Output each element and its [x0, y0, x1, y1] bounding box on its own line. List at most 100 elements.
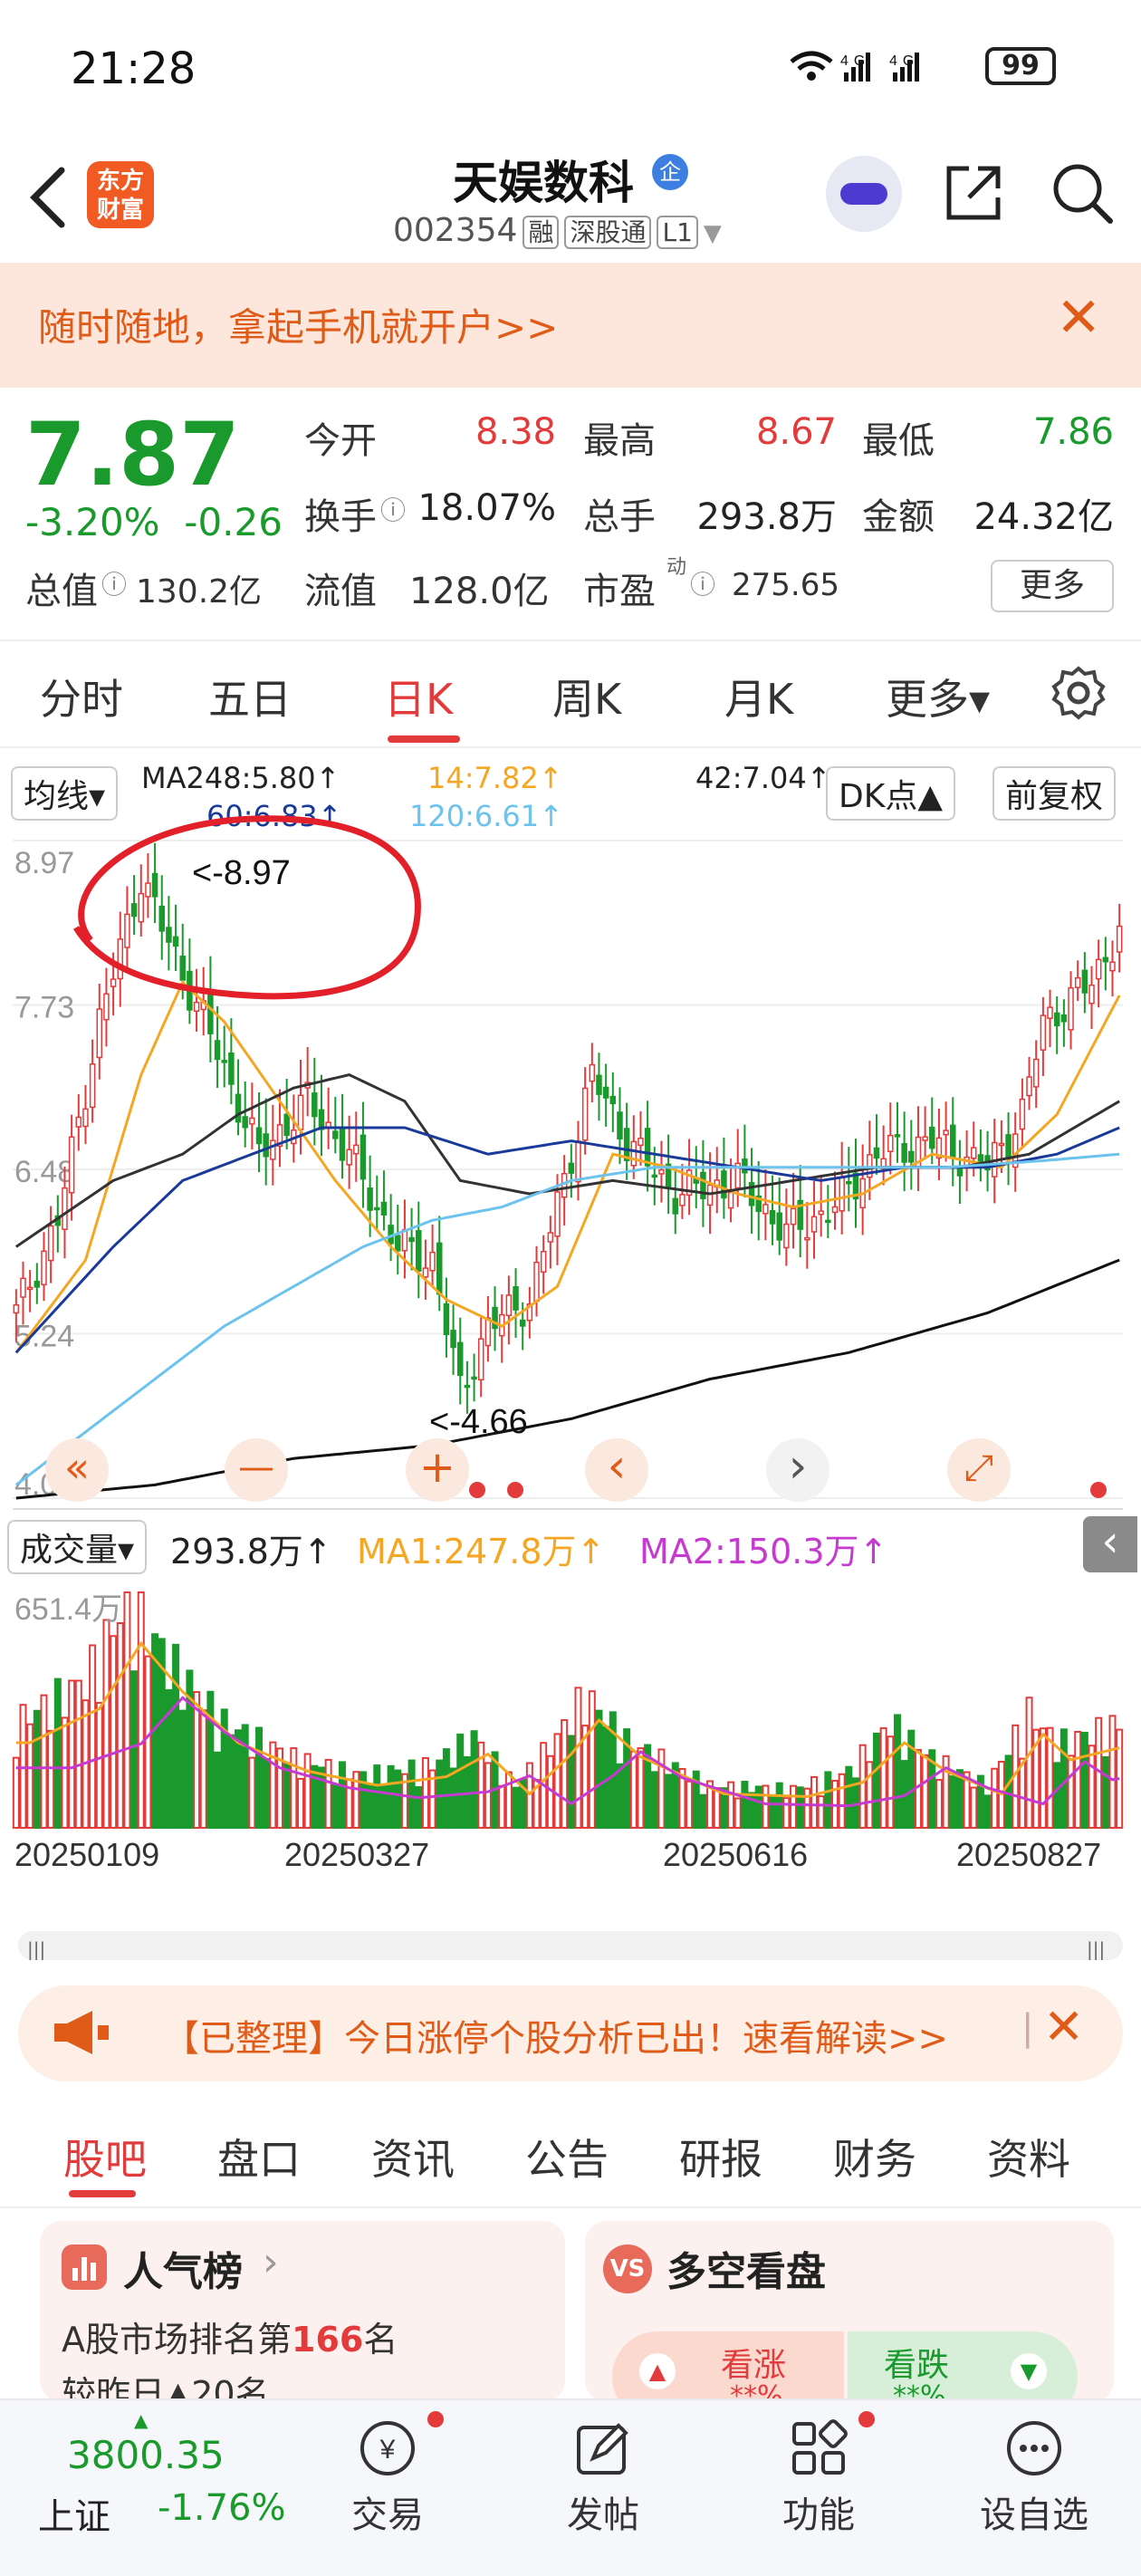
- tag-connect: 深股通: [564, 216, 652, 249]
- tab-news[interactable]: 资讯: [371, 2127, 455, 2187]
- tab-announcements[interactable]: 公告: [525, 2127, 609, 2187]
- field-label-open: 今开: [304, 420, 377, 462]
- candle-body: [1032, 1058, 1040, 1088]
- candle-body: [96, 1008, 103, 1059]
- more-button[interactable]: 更多: [991, 560, 1114, 612]
- tab-finance[interactable]: 财务: [833, 2127, 916, 2187]
- low-annotation: <-4.66: [429, 1403, 528, 1441]
- next-icon[interactable]: ›: [766, 1438, 829, 1502]
- candle-body: [255, 1127, 263, 1145]
- scroll-left-icon[interactable]: «: [45, 1438, 109, 1502]
- info-icon[interactable]: ⓘ: [690, 565, 715, 601]
- volume-bar: [130, 1670, 139, 1829]
- tab-more[interactable]: 更多▾: [886, 667, 990, 726]
- zoom-out-icon[interactable]: —: [225, 1438, 288, 1502]
- index-value[interactable]: 3800.35: [67, 2433, 225, 2477]
- candle-body: [138, 892, 145, 923]
- notice-bar[interactable]: 【已整理】今日涨停个股分析已出！速看解读>> | ✕: [18, 1985, 1123, 2081]
- app-logo[interactable]: 东方 财富: [87, 161, 154, 228]
- tab-forum[interactable]: 股吧: [63, 2127, 147, 2187]
- volume-bar: [824, 1771, 832, 1829]
- event-dot: [507, 1482, 523, 1498]
- volume-bar: [769, 1794, 777, 1829]
- edit-icon: [571, 2417, 635, 2480]
- candle-body: [436, 1242, 443, 1295]
- volume-bar: [810, 1775, 819, 1830]
- zoom-in-icon[interactable]: +: [406, 1438, 469, 1502]
- open-account-banner[interactable]: 随时随地，拿起手机就开户>> ✕: [0, 263, 1141, 388]
- volume-bar: [123, 1591, 131, 1829]
- close-icon[interactable]: ✕: [1043, 1998, 1084, 2055]
- volume-bar: [872, 1732, 880, 1830]
- nav-add-watchlist[interactable]: 设自选: [962, 2417, 1107, 2538]
- bear-button[interactable]: 看跌 **% ▼: [848, 2331, 1078, 2402]
- candle-body: [477, 1338, 484, 1380]
- tab-weekly-k[interactable]: 周K: [552, 667, 621, 726]
- notice-text: 【已整理】今日涨停个股分析已出！速看解读>>: [163, 2018, 949, 2060]
- change-amt: -0.26: [184, 500, 283, 544]
- popularity-card[interactable]: 人气榜 › A股市场排名第166名 较昨日▲20名: [40, 2221, 565, 2402]
- yen-icon: ¥: [356, 2417, 419, 2480]
- candle-body: [492, 1306, 498, 1330]
- volume-bar: [1004, 1754, 1012, 1830]
- candle-body: [790, 1207, 797, 1226]
- volume-bar: [762, 1784, 770, 1830]
- candle-body: [110, 978, 117, 987]
- tab-research[interactable]: 研报: [679, 2127, 762, 2187]
- collapse-panel-button[interactable]: ‹: [1083, 1516, 1137, 1572]
- up-arrow-icon: ▲: [639, 2353, 676, 2389]
- volume-bar: [373, 1764, 381, 1830]
- assistant-robot-icon[interactable]: [826, 156, 902, 232]
- tab-five-day[interactable]: 五日: [208, 667, 292, 726]
- candle-body: [346, 1149, 352, 1166]
- candle-body: [443, 1302, 450, 1336]
- volume-bar: [686, 1780, 694, 1830]
- fullscreen-icon[interactable]: ⤢: [947, 1438, 1011, 1502]
- candle-body: [1109, 961, 1116, 972]
- search-icon[interactable]: [1050, 161, 1114, 225]
- volume-bar: [1053, 1762, 1061, 1829]
- candle-body: [561, 1173, 568, 1198]
- nav-trade[interactable]: ¥ 交易: [315, 2417, 460, 2538]
- kline-chart-area[interactable]: 均线▾ MA248:5.80↑ 14:7.82↑ 42:7.04↑ 60:6.8…: [0, 750, 1141, 1918]
- bull-button[interactable]: ▲ 看涨 **%: [612, 2331, 844, 2402]
- index-name[interactable]: 上证: [38, 2487, 110, 2540]
- share-icon[interactable]: [942, 161, 1005, 225]
- chart-scrollbar[interactable]: ||| |||: [18, 1931, 1123, 1960]
- kline-svg[interactable]: 8.977.736.485.244.00<-8.97<-4.66651.4万20…: [0, 750, 1141, 1918]
- tab-monthly-k[interactable]: 月K: [724, 667, 793, 726]
- rank-suffix: 名: [363, 2320, 398, 2360]
- rank-line: A股市场排名第166名: [62, 2312, 398, 2361]
- info-icon[interactable]: ⓘ: [101, 565, 127, 601]
- back-button[interactable]: [25, 161, 71, 249]
- close-icon[interactable]: ✕: [1056, 286, 1101, 350]
- volume-bar: [283, 1763, 291, 1829]
- index-change[interactable]: -1.76%: [158, 2487, 286, 2529]
- signal-icon: 4G 4G: [788, 45, 969, 93]
- volume-bar: [1101, 1755, 1109, 1829]
- nav-functions[interactable]: 功能: [746, 2417, 891, 2538]
- prev-icon[interactable]: ‹: [585, 1438, 648, 1502]
- bull-bear-card[interactable]: VS 多空看盘 ▲ 看涨 **% 看跌 **% ▼: [585, 2221, 1114, 2402]
- info-icon[interactable]: ⓘ: [380, 491, 406, 527]
- gear-icon[interactable]: [1050, 665, 1107, 721]
- tab-profile[interactable]: 资料: [987, 2127, 1070, 2187]
- tab-intraday[interactable]: 分时: [40, 667, 123, 726]
- x-tick-label: 20250327: [284, 1836, 429, 1873]
- notification-dot: [858, 2411, 875, 2427]
- volume-select[interactable]: 成交量▾: [7, 1520, 148, 1574]
- candle-body: [679, 1194, 686, 1206]
- volume-bar: [248, 1756, 256, 1830]
- scroll-handle-left[interactable]: |||: [27, 1938, 45, 1960]
- volume-bar: [436, 1759, 444, 1829]
- tab-orderbook[interactable]: 盘口: [217, 2127, 301, 2187]
- candle-body: [367, 1187, 373, 1211]
- candle-body: [312, 1092, 318, 1118]
- candle-body: [353, 1144, 360, 1155]
- scroll-handle-right[interactable]: |||: [1087, 1938, 1105, 1960]
- nav-post[interactable]: 发帖: [531, 2417, 676, 2538]
- x-tick-label: 20250616: [663, 1836, 808, 1873]
- content-tabs: 股吧 盘口 资讯 公告 研报 财务 资料: [0, 2100, 1141, 2208]
- tab-daily-k[interactable]: 日K: [384, 667, 453, 726]
- stock-code-row[interactable]: 002354 融深股通 L1 ▼: [393, 212, 722, 249]
